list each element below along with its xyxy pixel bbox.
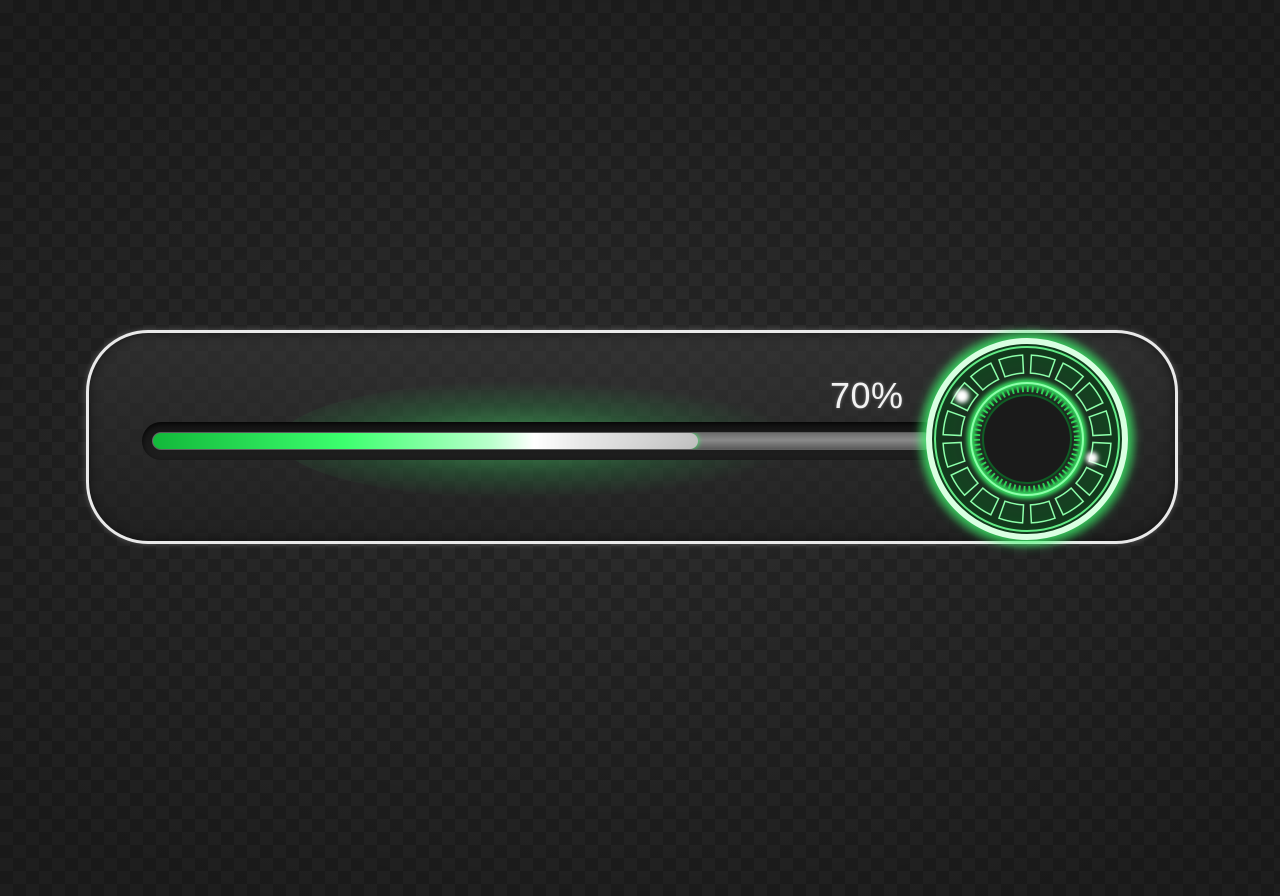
progress-bar bbox=[152, 432, 932, 450]
gauge-graphic bbox=[915, 327, 1139, 551]
circular-gauge-icon[interactable] bbox=[915, 327, 1139, 551]
progress-percent-label: 70% bbox=[830, 375, 904, 416]
progress-widget: 70% bbox=[0, 0, 1280, 896]
progress-fill bbox=[153, 433, 698, 449]
